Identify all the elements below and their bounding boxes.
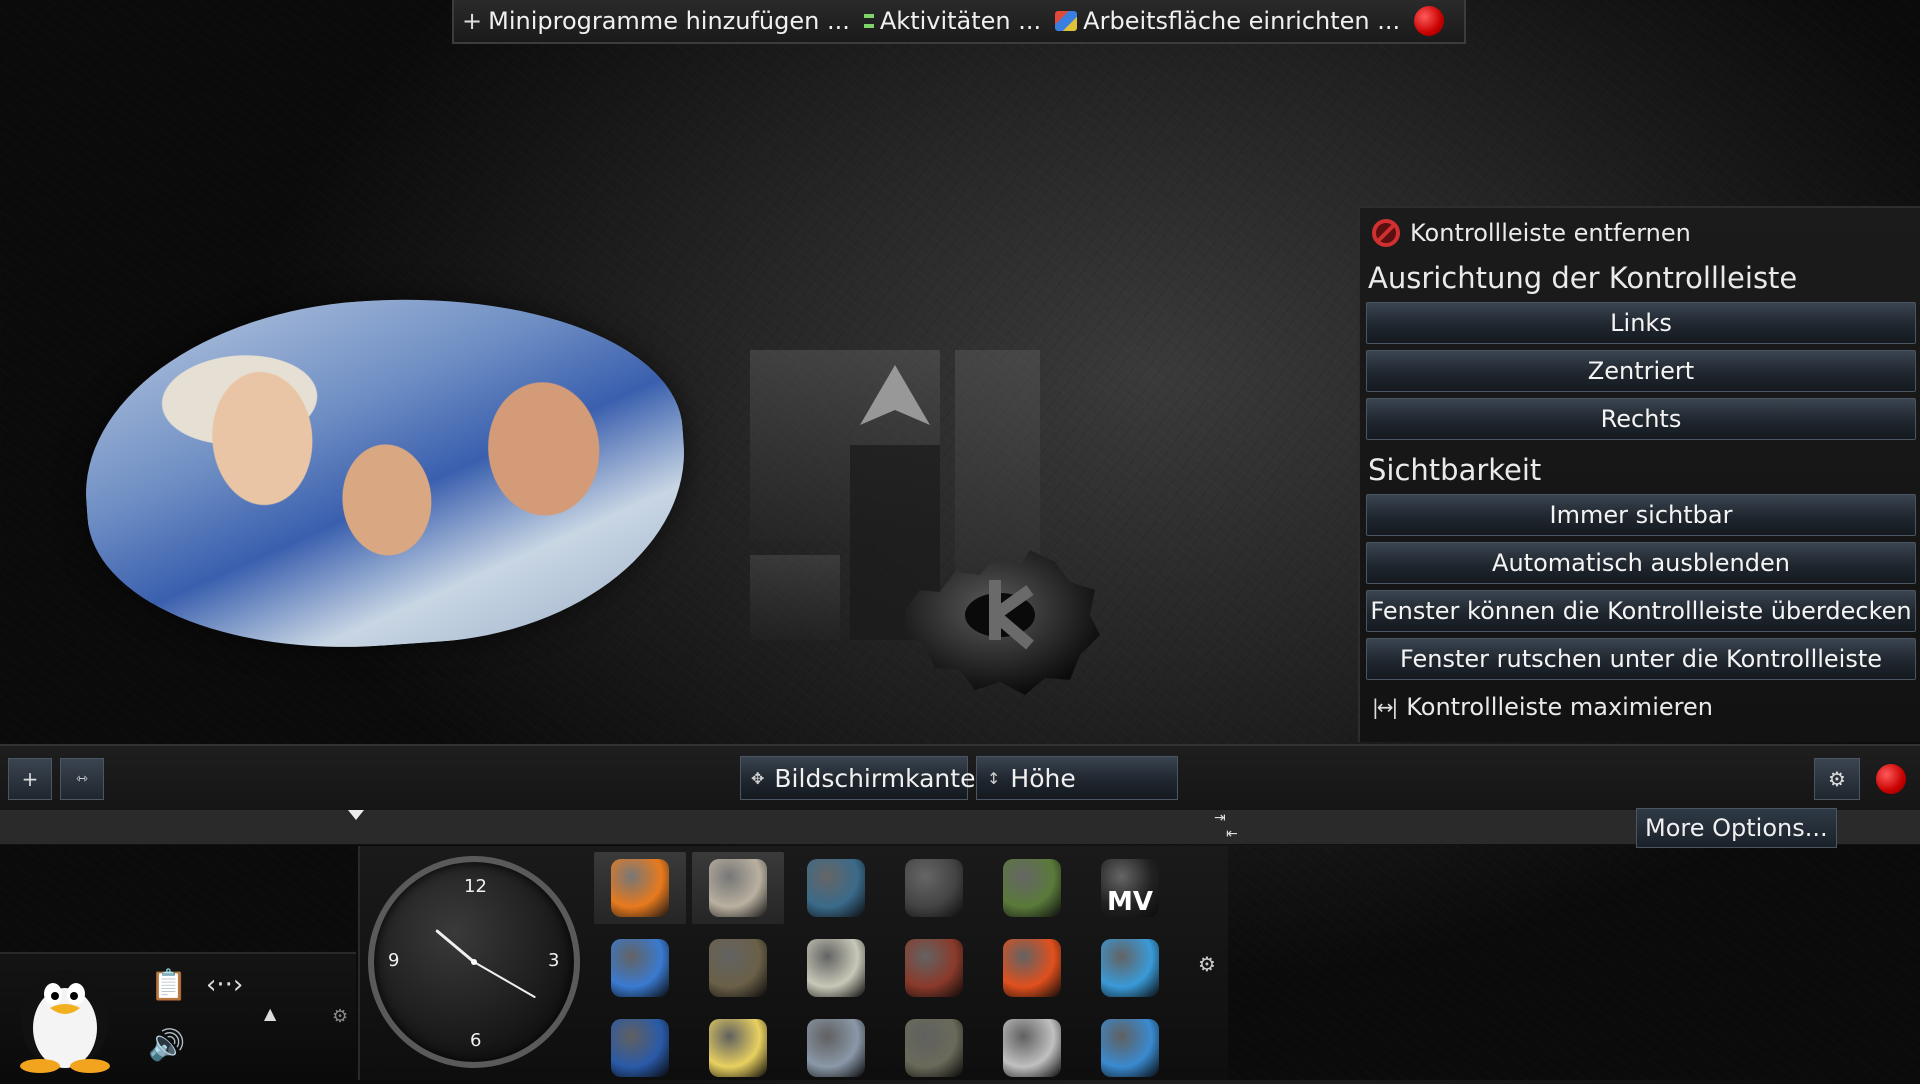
visibility-heading: Sichtbarkeit <box>1368 453 1542 487</box>
launcher-thunderbird[interactable] <box>594 1012 686 1084</box>
photo-viewer-icon <box>905 939 963 997</box>
always-visible-button[interactable]: Immer sichtbar <box>1366 494 1916 536</box>
maximize-panel-label: Kontrollleiste maximieren <box>1406 693 1713 721</box>
launcher-photo-viewer[interactable] <box>888 932 980 1004</box>
min-length-handle[interactable]: ⇥ <box>1214 810 1226 826</box>
launcher-notes[interactable] <box>692 1012 784 1084</box>
align-left-button[interactable]: Links <box>1366 302 1916 344</box>
resize-icon: ↕ <box>987 768 1001 788</box>
gear-icon: ⚙ <box>1828 767 1846 791</box>
launcher-movie-editor[interactable]: MV <box>1084 852 1176 924</box>
activities-icon <box>863 14 874 28</box>
tape-recorder-icon <box>1003 1019 1061 1077</box>
move-icon: ✥ <box>751 768 765 788</box>
add-widgets-label: Miniprogramme hinzufügen ... <box>488 7 850 35</box>
configure-desktop-label: Arbeitsfläche einrichten ... <box>1083 7 1401 35</box>
activities-label: Aktivitäten ... <box>879 7 1042 35</box>
wireless-icon <box>1101 939 1159 997</box>
launcher-calculator[interactable] <box>790 932 882 1004</box>
calculator-icon <box>807 939 865 997</box>
panel-ruler[interactable]: ⇥ ⇤ <box>0 810 1920 845</box>
launcher-camera[interactable] <box>888 852 980 924</box>
remove-panel-label: Kontrollleiste entfernen <box>1410 219 1691 247</box>
windows-cover-button[interactable]: Fenster können die Kontrollleiste überde… <box>1366 590 1916 632</box>
network-monitor-icon <box>1003 859 1061 917</box>
launcher-network-monitor[interactable] <box>986 852 1078 924</box>
volume-icon[interactable]: 🔊 <box>148 1028 185 1063</box>
thunderbird-icon <box>611 1019 669 1077</box>
network-icon[interactable]: ‹··› <box>206 970 243 1000</box>
notes-icon <box>709 1019 767 1077</box>
launcher-scanner[interactable] <box>790 1012 882 1084</box>
configure-desktop-button[interactable]: Arbeitsfläche einrichten ... <box>1055 7 1400 35</box>
height-label: Höhe <box>1010 763 1076 793</box>
add-spacer-button[interactable]: ⇿ <box>60 758 104 800</box>
analog-clock[interactable]: 12 3 6 9 <box>368 856 580 1068</box>
remove-panel-button[interactable]: Kontrollleiste entfernen <box>1366 212 1920 254</box>
gimp-icon <box>905 1019 963 1077</box>
paint-icon <box>1101 1019 1159 1077</box>
max-length-handle[interactable]: ⇤ <box>1226 826 1238 842</box>
clipboard-icon[interactable]: 📋 <box>150 968 187 1003</box>
tray-settings-icon[interactable]: ⚙ <box>332 1006 348 1027</box>
height-button[interactable]: ↕ Höhe <box>976 756 1178 800</box>
panel-controller: + ⇿ ✥ Bildschirmkante ↕ Höhe ⚙ <box>0 744 1920 810</box>
screen-edge-button[interactable]: ✥ Bildschirmkante <box>740 756 975 800</box>
launcher-wireless[interactable] <box>1084 932 1176 1004</box>
terminal-icon <box>709 939 767 997</box>
screen-edge-label: Bildschirmkante <box>774 763 976 793</box>
auto-hide-button[interactable]: Automatisch ausblenden <box>1366 542 1916 584</box>
quicklaunch-settings-icon[interactable]: ⚙ <box>1198 952 1216 976</box>
maximize-panel-button[interactable]: |↔| Kontrollleiste maximieren <box>1366 686 1920 728</box>
launcher-firefox[interactable] <box>594 852 686 924</box>
close-controller-button[interactable] <box>1876 764 1906 794</box>
scanner-icon <box>807 1019 865 1077</box>
globe-icon <box>611 939 669 997</box>
launcher-paint[interactable] <box>1084 1012 1176 1084</box>
launcher-burner[interactable] <box>986 932 1078 1004</box>
tray-expand-icon[interactable]: ▲ <box>264 1004 276 1023</box>
activities-button[interactable]: Aktivitäten ... <box>863 7 1042 35</box>
alignment-heading: Ausrichtung der Kontrollleiste <box>1368 261 1798 295</box>
add-widgets-button[interactable]: + Miniprogramme hinzufügen ... <box>462 7 850 35</box>
plus-icon: + <box>462 7 483 35</box>
maximize-icon: |↔| <box>1372 695 1398 719</box>
firefox-icon <box>611 859 669 917</box>
settings-button[interactable]: ⚙ <box>1814 758 1860 800</box>
file-cabinet-icon <box>709 859 767 917</box>
align-center-button[interactable]: Zentriert <box>1366 350 1916 392</box>
offset-slider-handle[interactable] <box>348 810 364 820</box>
windows-below-button[interactable]: Fenster rutschen unter die Kontrollleist… <box>1366 638 1916 680</box>
camera-icon <box>905 859 963 917</box>
launcher-tape-recorder[interactable] <box>986 1012 1078 1084</box>
more-options-button[interactable]: More Options... <box>1636 808 1837 848</box>
close-toolbox-button[interactable] <box>1414 6 1445 36</box>
kde-logo-icon <box>750 350 1100 695</box>
launcher-file-cabinet[interactable] <box>692 852 784 924</box>
launcher-typewriter[interactable] <box>790 852 882 924</box>
burner-icon <box>1003 939 1061 997</box>
desktop-settings-icon <box>1055 11 1078 31</box>
add-widget-button[interactable]: + <box>8 758 52 800</box>
panel-settings-menu: Kontrollleiste entfernen Ausrichtung der… <box>1358 206 1920 742</box>
plus-icon: + <box>21 767 39 791</box>
align-right-button[interactable]: Rechts <box>1366 398 1916 440</box>
launcher-globe[interactable] <box>594 932 686 1004</box>
movie-editor-icon: MV <box>1101 859 1159 917</box>
clock-hands <box>435 929 536 998</box>
tux-launcher-icon[interactable] <box>10 958 120 1074</box>
launcher-terminal[interactable] <box>692 932 784 1004</box>
desktop-toolbox: + Miniprogramme hinzufügen ... Aktivität… <box>452 0 1466 44</box>
typewriter-icon <box>807 859 865 917</box>
spacer-icon: ⇿ <box>76 771 88 787</box>
photo-frame-widget[interactable] <box>73 279 697 666</box>
remove-icon <box>1372 219 1400 247</box>
launcher-gimp[interactable] <box>888 1012 980 1084</box>
